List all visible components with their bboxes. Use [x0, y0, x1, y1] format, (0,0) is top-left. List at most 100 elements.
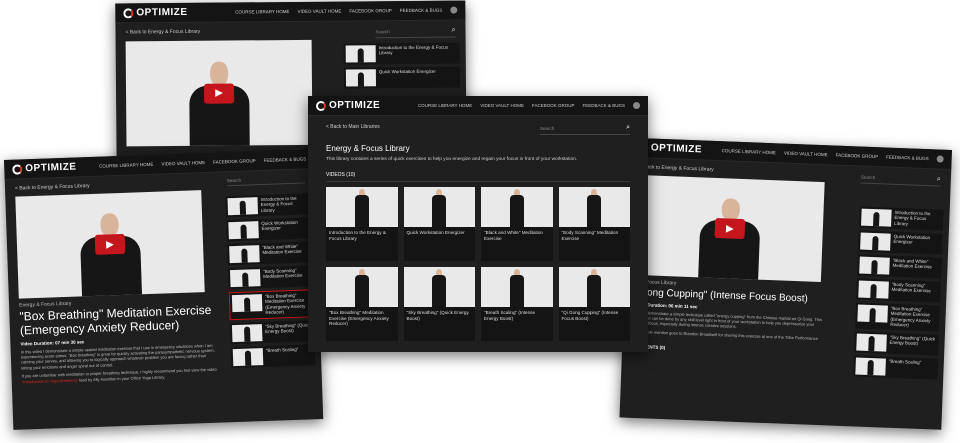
screenshot-video-page-right: OPTIMIZE COURSE LIBRARY HOME VIDEO VAULT…: [619, 137, 952, 430]
logo-mark-icon: [123, 7, 134, 18]
search-input[interactable]: Search ⌕: [540, 124, 630, 135]
playlist-item[interactable]: Introduction to the Energy & Focus Libra…: [343, 42, 460, 65]
avatar[interactable]: [450, 6, 458, 14]
logo-mark-icon: [12, 163, 23, 175]
presenter-image: [189, 61, 250, 146]
playlist-thumb: [228, 221, 259, 240]
nav-feedback[interactable]: FEEDBACK & BUGS: [582, 103, 625, 108]
video-card[interactable]: "Black and White" Meditation Exercise: [481, 187, 553, 261]
playlist-thumb: [861, 208, 892, 227]
avatar[interactable]: [936, 155, 944, 163]
playlist-item[interactable]: "Body Scanning" Meditation Exercise: [856, 278, 941, 303]
library-description: This library contains a series of quick …: [326, 157, 578, 162]
nav-course-library[interactable]: COURSE LIBRARY HOME: [418, 103, 472, 108]
video-card[interactable]: "Body Scanning" Meditation Exercise: [558, 187, 630, 261]
video-player[interactable]: ▶: [15, 190, 205, 299]
video-thumbnail: [558, 187, 630, 227]
nav-feedback[interactable]: FEEDBACK & BUGS: [886, 154, 929, 161]
avatar[interactable]: [633, 102, 640, 109]
video-player[interactable]: ▶: [634, 174, 825, 283]
videos-header: VIDEOS (10): [326, 172, 630, 182]
search-input[interactable]: Search: [226, 175, 306, 187]
video-thumbnail: [481, 267, 553, 307]
video-thumbnail: [403, 267, 475, 307]
video-description: In this video I demonstrate a simple sea…: [20, 342, 215, 371]
comments-header: COMMENTS (0): [632, 344, 666, 351]
logo[interactable]: OPTIMIZE: [123, 7, 188, 19]
video-card[interactable]: Quick Workstation Energizer: [403, 187, 475, 261]
video-card[interactable]: "Breath Scaling" (Intense Energy Boost): [481, 267, 553, 341]
playlist-thumb: [345, 69, 376, 87]
nav-video-vault[interactable]: VIDEO VAULT HOME: [161, 160, 205, 167]
nav-facebook-group[interactable]: FACEBOOK GROUP: [836, 153, 879, 160]
nav-facebook-group[interactable]: FACEBOOK GROUP: [532, 103, 575, 108]
search-icon[interactable]: ⌕: [452, 27, 456, 35]
presenter-image: [79, 213, 142, 297]
nav-facebook-group[interactable]: FACEBOOK GROUP: [213, 158, 256, 164]
playlist-thumb: [856, 333, 887, 352]
video-card[interactable]: Introduction to the Energy & Focus Libra…: [326, 187, 398, 261]
playlist-thumb: [855, 357, 886, 376]
nav-video-vault[interactable]: VIDEO VAULT HOME: [784, 151, 828, 158]
search-input[interactable]: Search ⌕: [375, 26, 456, 39]
play-icon[interactable]: ▶: [94, 233, 126, 255]
playlist-thumb: [860, 232, 891, 251]
logo[interactable]: OPTIMIZE: [12, 161, 77, 174]
playlist-thumb: [857, 304, 888, 323]
playlist-thumb: [231, 323, 263, 342]
nav-feedback[interactable]: FEEDBACK & BUGS: [264, 156, 307, 162]
playlist-thumb: [232, 347, 264, 366]
playlist-item[interactable]: Quick Workstation Energizer: [226, 217, 311, 242]
logo[interactable]: OPTIMIZE: [316, 100, 380, 111]
video-title: "Box Breathing" Meditation Exercise (Eme…: [19, 302, 212, 338]
nav-links: COURSE LIBRARY HOME VIDEO VAULT HOME FAC…: [99, 156, 306, 168]
playlist-thumb: [858, 280, 889, 299]
playlist-item[interactable]: "Breath Scaling": [230, 343, 316, 368]
nav-links: COURSE LIBRARY HOME VIDEO VAULT HOME FAC…: [235, 6, 458, 16]
nav-course-library[interactable]: COURSE LIBRARY HOME: [99, 162, 154, 169]
play-icon[interactable]: ▶: [203, 82, 235, 104]
playlist-thumb: [227, 197, 259, 216]
playlist-item[interactable]: "Breath Scaling": [853, 354, 938, 380]
search-icon[interactable]: ⌕: [626, 124, 630, 132]
playlist-item[interactable]: "Black and White" Meditation Exercise: [857, 254, 942, 279]
screenshot-video-page-left: OPTIMIZE COURSE LIBRARY HOME VIDEO VAULT…: [4, 149, 324, 430]
playlist-item[interactable]: "Black and White" Meditation Exercise: [227, 241, 312, 266]
playlist-thumb: [345, 45, 376, 63]
playlist-item[interactable]: Quick Workstation Energizer: [343, 66, 461, 89]
nav-video-vault[interactable]: VIDEO VAULT HOME: [480, 103, 524, 108]
search-icon[interactable]: ⌕: [937, 175, 941, 183]
video-grid: Introduction to the Energy & Focus Libra…: [326, 187, 630, 341]
screenshot-library-page: OPTIMIZE COURSE LIBRARY HOME VIDEO VAULT…: [308, 96, 648, 352]
video-thumbnail: [326, 267, 398, 307]
nav-facebook-group[interactable]: FACEBOOK GROUP: [349, 8, 392, 13]
playlist-thumb: [229, 269, 261, 288]
playlist-thumb: [231, 294, 263, 313]
playlist-thumb: [229, 245, 260, 264]
playlist-item[interactable]: Introduction to the Energy & Focus Libra…: [225, 193, 311, 218]
playlist-item[interactable]: "Body Scanning" Meditation Exercise: [227, 265, 313, 290]
play-icon[interactable]: ▶: [714, 217, 746, 240]
playlist: Introduction to the Energy & Focus Libra…: [853, 206, 944, 383]
video-card[interactable]: "Box Breathing" Meditation Exercise (Eme…: [326, 267, 398, 341]
video-card[interactable]: "Sky Breathing" (Quick Energy Boost): [403, 267, 475, 341]
video-card[interactable]: "Qi Gong Cupping" (Intense Focus Boost): [558, 267, 630, 341]
nav-course-library[interactable]: COURSE LIBRARY HOME: [722, 148, 777, 155]
logo-mark-icon: [316, 100, 326, 111]
top-nav: OPTIMIZE COURSE LIBRARY HOME VIDEO VAULT…: [308, 96, 648, 116]
nav-course-library[interactable]: COURSE LIBRARY HOME: [235, 9, 289, 14]
nav-links: COURSE LIBRARY HOME VIDEO VAULT HOME FAC…: [722, 147, 944, 163]
nav-video-vault[interactable]: VIDEO VAULT HOME: [298, 9, 342, 14]
playlist-item-active[interactable]: "Box Breathing" Meditation Exercise (Eme…: [228, 289, 314, 320]
playlist-item[interactable]: "Sky Breathing" (Quick Energy Boost): [229, 319, 315, 344]
playlist-item[interactable]: Introduction to the Energy & Focus Libra…: [858, 206, 944, 231]
playlist-item[interactable]: "Sky Breathing" (Quick Energy Boost): [854, 330, 939, 356]
playlist-item[interactable]: Quick Workstation Energizer: [858, 230, 943, 255]
yoga-breathing-link[interactable]: "Introduction to Yoga Breathing": [22, 377, 79, 384]
search-input[interactable]: Search ⌕: [860, 172, 942, 187]
playlist-thumb: [859, 256, 890, 275]
playlist-item[interactable]: "Box Breathing" Meditation Exercise (Eme…: [855, 302, 941, 332]
video-player[interactable]: ▶: [125, 39, 313, 147]
video-thumbnail: [326, 187, 398, 227]
nav-feedback[interactable]: FEEDBACK & BUGS: [400, 8, 443, 13]
